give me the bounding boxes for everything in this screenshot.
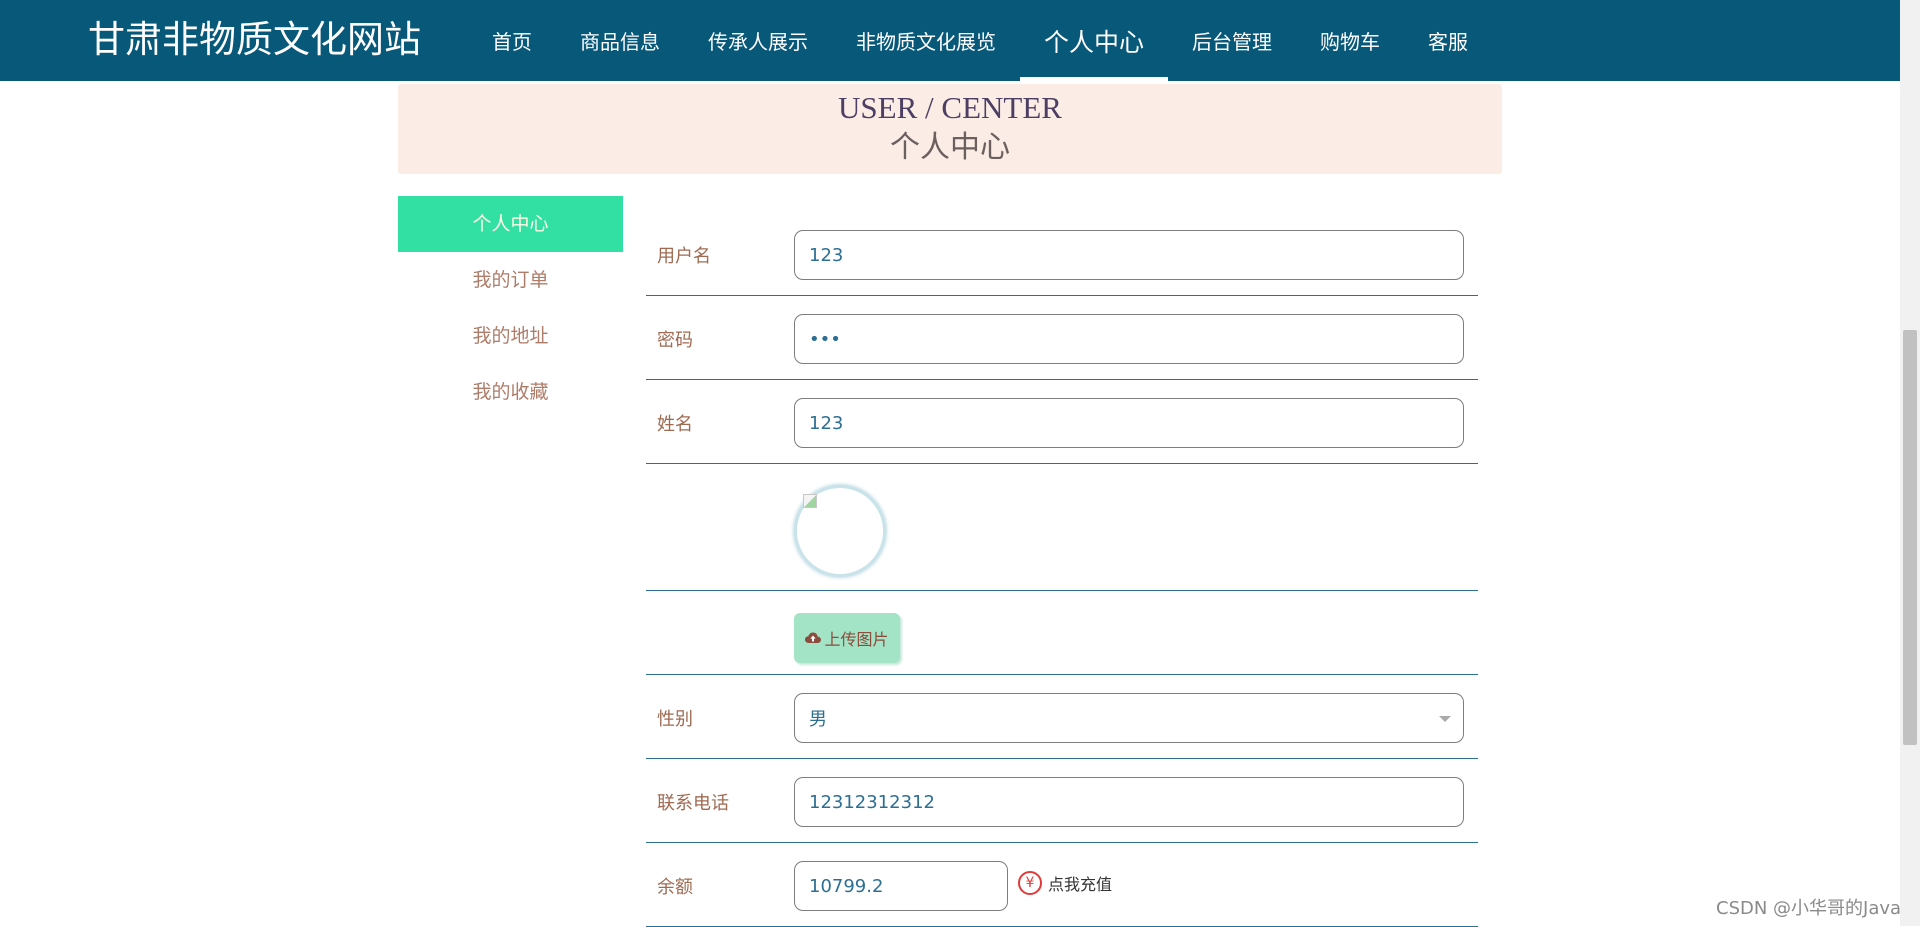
balance-input[interactable]: 10799.2: [794, 861, 1008, 911]
nav-item-inheritors[interactable]: 传承人展示: [684, 0, 832, 81]
broken-image-icon: [803, 494, 817, 508]
sidebar: 个人中心 我的订单 我的地址 我的收藏: [398, 196, 623, 420]
form-row-password: 密码 •••: [646, 296, 1478, 380]
nav-item-exhibition[interactable]: 非物质文化展览: [832, 0, 1020, 81]
banner-title-en: USER / CENTER: [838, 90, 1062, 125]
gender-value: 男: [809, 709, 827, 730]
main-nav: 首页 商品信息 传承人展示 非物质文化展览 个人中心 后台管理 购物车 客服: [468, 0, 1492, 81]
chevron-down-icon: [1439, 716, 1451, 722]
scrollbar-thumb[interactable]: [1903, 330, 1917, 745]
phone-input[interactable]: 12312312312: [794, 777, 1464, 827]
form-row-phone: 联系电话 12312312312: [646, 759, 1478, 843]
form-row-avatar: [646, 464, 1478, 591]
nav-item-products[interactable]: 商品信息: [556, 0, 684, 81]
name-input[interactable]: 123: [794, 398, 1464, 448]
nav-item-service[interactable]: 客服: [1404, 0, 1492, 81]
nav-item-admin[interactable]: 后台管理: [1168, 0, 1296, 81]
cloud-upload-icon: [805, 632, 822, 643]
phone-label: 联系电话: [657, 793, 729, 814]
site-title[interactable]: 甘肃非物质文化网站: [88, 16, 421, 64]
gender-label: 性别: [657, 709, 693, 730]
username-input[interactable]: 123: [794, 230, 1464, 280]
form-row-balance: 余额 10799.2 ¥ 点我充值: [646, 843, 1478, 927]
top-nav-bar: 甘肃非物质文化网站 首页 商品信息 传承人展示 非物质文化展览 个人中心 后台管…: [0, 0, 1900, 81]
sidebar-item-user-center[interactable]: 个人中心: [398, 196, 623, 252]
password-input[interactable]: •••: [794, 314, 1464, 364]
profile-form: 用户名 123 密码 ••• 姓名 123 上传图片 性别 男 联系电话 123…: [646, 212, 1478, 927]
sidebar-item-favorites[interactable]: 我的收藏: [398, 364, 623, 420]
form-row-upload: 上传图片: [646, 591, 1478, 675]
yen-icon: ¥: [1018, 871, 1042, 895]
password-label: 密码: [657, 330, 693, 351]
username-label: 用户名: [657, 246, 711, 267]
banner-title-cn: 个人中心: [890, 130, 1010, 165]
gender-select[interactable]: 男: [794, 693, 1464, 743]
page-banner: USER / CENTER 个人中心: [398, 84, 1502, 174]
nav-item-home[interactable]: 首页: [468, 0, 556, 81]
sidebar-item-address[interactable]: 我的地址: [398, 308, 623, 364]
watermark: CSDN @小华哥的Java: [1716, 898, 1902, 919]
form-row-username: 用户名 123: [646, 212, 1478, 296]
upload-image-button[interactable]: 上传图片: [794, 613, 900, 663]
form-row-name: 姓名 123: [646, 380, 1478, 464]
name-label: 姓名: [657, 414, 693, 435]
recharge-label: 点我充值: [1048, 875, 1113, 894]
scrollbar[interactable]: [1900, 0, 1920, 926]
nav-item-cart[interactable]: 购物车: [1296, 0, 1404, 81]
recharge-button[interactable]: ¥ 点我充值: [1018, 871, 1112, 895]
form-row-gender: 性别 男: [646, 675, 1478, 759]
nav-item-user-center[interactable]: 个人中心: [1020, 0, 1169, 81]
avatar: [794, 485, 886, 577]
balance-label: 余额: [657, 877, 693, 898]
sidebar-item-orders[interactable]: 我的订单: [398, 252, 623, 308]
upload-label: 上传图片: [824, 630, 889, 649]
